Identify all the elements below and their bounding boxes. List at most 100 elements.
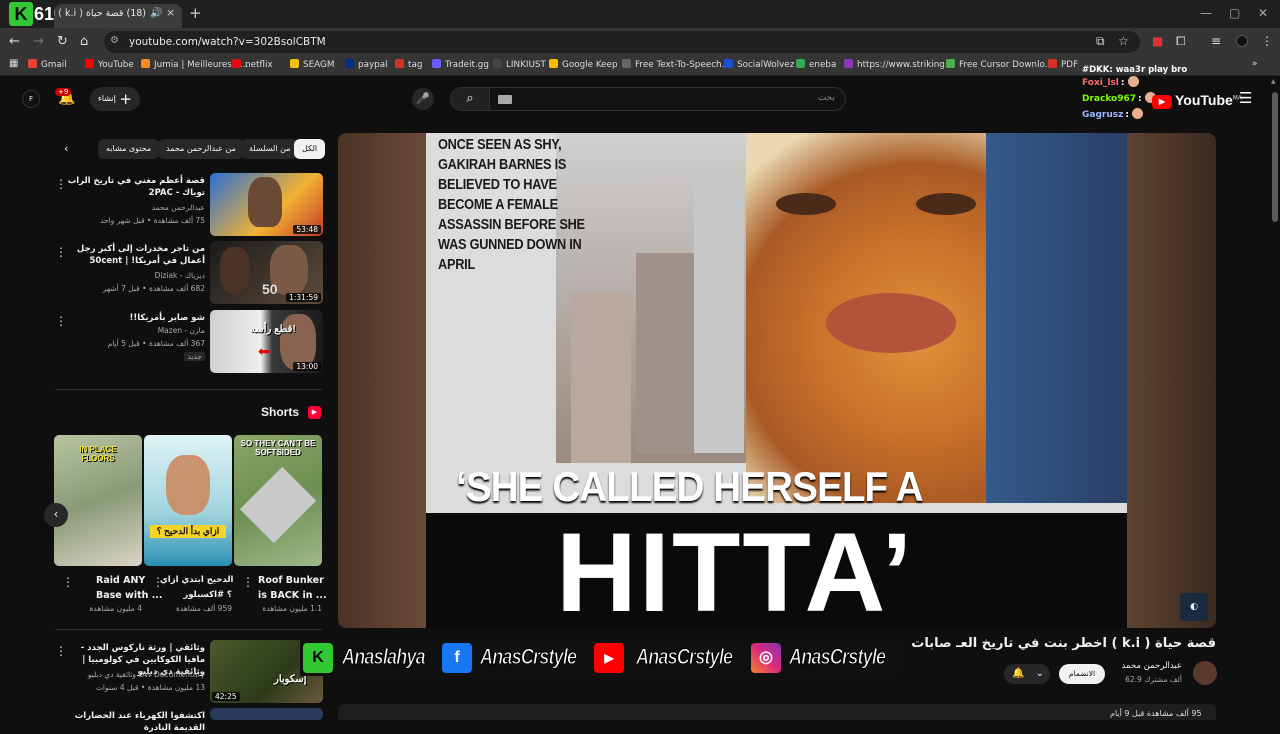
bookmark-star-icon[interactable]: ☆ (1118, 34, 1129, 48)
user-avatar[interactable]: F (22, 90, 40, 108)
recommendation-item[interactable]: 50 1:31:59 من تاجر مخدرات إلى أكبر رجل أ… (55, 241, 323, 305)
video-player[interactable]: ONCE SEEN AS SHY, GAKIRAH BARNES IS BELI… (338, 133, 1216, 628)
scroll-up-icon[interactable]: ▲ (1271, 78, 1276, 85)
media-control-icon[interactable]: ≡ (1211, 34, 1221, 48)
bookmark-item[interactable]: LINKIUST (493, 59, 546, 70)
bookmark-item[interactable]: Gmail (28, 59, 67, 70)
video-frame: ONCE SEEN AS SHY, GAKIRAH BARNES IS BELI… (426, 133, 1127, 628)
bookmark-item[interactable]: SocialWolvez (724, 59, 794, 70)
bookmark-item[interactable]: https://www.striking... (844, 59, 953, 70)
chevron-down-icon: ⌄ (1035, 668, 1045, 679)
bookmark-item[interactable]: Free Text-To-Speech... (622, 59, 730, 70)
search-input[interactable]: بحث (489, 87, 846, 111)
video-title[interactable]: اكتشفوا الكهرباء عند الحضارات القديمة ال… (60, 710, 205, 734)
video-thumbnail[interactable]: قطع رأسه! ⬅ 13:00 (210, 310, 323, 373)
video-title[interactable]: قصة أعظم مغني في تاريخ الراب توباك - 2PA… (60, 175, 205, 199)
short-thumbnail[interactable]: IN PLACE FLOORS (54, 435, 142, 566)
recommendation-item[interactable]: قطع رأسه! ⬅ 13:00 شو صاير بأمريكا!! مازن… (55, 310, 323, 374)
profile-avatar[interactable] (1236, 35, 1248, 47)
video-thumbnail[interactable] (210, 708, 323, 720)
join-button[interactable]: الانضمام (1059, 664, 1105, 684)
bookmark-favicon-icon (796, 59, 805, 68)
bookmark-item[interactable]: eneba (796, 59, 836, 70)
keyboard-icon[interactable] (498, 95, 512, 104)
short-views: 1.1 مليون مشاهدة (262, 604, 322, 613)
chat-username: Foxi_lsl (1082, 78, 1119, 88)
bookmark-item[interactable]: Free Cursor Downlo... (946, 59, 1053, 70)
social-handles-overlay: K Anaslahya f AnasCrstyle ▶ AnasCrstyle … (300, 640, 900, 676)
recommendation-item[interactable]: 53:48 قصة أعظم مغني في تاريخ الراب توباك… (55, 173, 323, 237)
extension-icon[interactable]: ■ (1152, 34, 1163, 48)
channel-name[interactable]: DW Documentary وثائقية دي دبليو (88, 670, 205, 679)
reload-icon[interactable]: ↻ (57, 34, 68, 49)
forward-icon[interactable]: → (33, 34, 44, 49)
channel-name[interactable]: ديزياك - Diziak (155, 271, 205, 280)
more-actions-icon[interactable]: ⋮ (55, 314, 67, 328)
bookmark-item[interactable]: Tradeit.gg (432, 59, 489, 70)
bookmark-item[interactable]: YouTube (85, 59, 134, 70)
search-button[interactable]: ⌕ (450, 87, 490, 111)
voice-search-icon[interactable]: 🎤 (412, 88, 434, 110)
speaker-icon[interactable]: 🔊 (150, 8, 162, 19)
more-actions-icon[interactable]: ⋮ (62, 575, 74, 589)
short-thumbnail[interactable]: SO THEY CAN'T BE SOFTSIDED (234, 435, 322, 566)
channel-name[interactable]: مازن - Mazen (158, 326, 205, 335)
short-title[interactable]: Roof Bunker is BACK in ... (258, 573, 327, 603)
divider (55, 629, 322, 630)
description-box[interactable] (338, 704, 1216, 720)
subscribed-button[interactable]: 🔔 ⌄ (1004, 664, 1050, 684)
chip-similar[interactable]: محتوى مشابه (98, 139, 160, 159)
bookmark-item[interactable]: tag (395, 59, 422, 70)
tab-youtube[interactable]: (18) قصة حياة ( k.i ) اخط... (54, 4, 182, 28)
youtube-logo[interactable]: ▶ YouTubeMA (1152, 92, 1242, 109)
home-icon[interactable]: ⌂ (80, 34, 88, 49)
bookmarks-overflow-icon[interactable]: » (1252, 59, 1257, 69)
video-thumbnail[interactable]: 53:48 (210, 173, 323, 236)
recommendation-item[interactable]: اكتشفوا الكهرباء عند الحضارات القديمة ال… (55, 708, 323, 733)
video-title[interactable]: شو صاير بأمريكا!! (60, 312, 205, 324)
chip-all[interactable]: الكل (294, 139, 326, 159)
more-actions-icon[interactable]: ⋮ (152, 575, 164, 589)
bookmark-item[interactable]: PDF (1048, 59, 1078, 70)
chip-from-channel[interactable]: من عبدالرحمن محمد (158, 139, 244, 159)
scrollbar-thumb[interactable] (1272, 92, 1278, 222)
menu-icon[interactable]: ☰ (1239, 89, 1252, 107)
more-actions-icon[interactable]: ⋮ (55, 177, 67, 191)
channel-avatar[interactable] (1193, 661, 1217, 685)
chip-scroll-left-icon[interactable]: ‹ (64, 142, 68, 155)
minimize-icon[interactable]: — (1200, 6, 1212, 20)
more-actions-icon[interactable]: ⋮ (242, 575, 254, 589)
bookmark-item[interactable]: SEAGM (290, 59, 334, 70)
recommendation-item[interactable]: إسكوبار 42:25 وثائقي | ورثة ناركوس الجدد… (55, 640, 323, 704)
back-icon[interactable]: ← (9, 34, 20, 49)
close-window-icon[interactable]: ✕ (1258, 6, 1268, 20)
bookmark-favicon-icon (232, 59, 241, 68)
install-icon[interactable]: ⧉ (1096, 34, 1105, 49)
new-tab-button[interactable]: + (189, 4, 202, 22)
video-thumbnail[interactable]: 50 1:31:59 (210, 241, 323, 304)
chrome-menu-icon[interactable]: ⋮ (1261, 34, 1273, 48)
short-title[interactable]: الدحيح ابتدي ازاي ؟ #اكسبلور (160, 573, 233, 603)
bookmark-item[interactable]: Google Keep (549, 59, 618, 70)
shorts-prev-button[interactable]: ‹ (44, 503, 68, 527)
bookmark-favicon-icon (395, 59, 404, 68)
bookmark-label: LINKIUST (506, 60, 546, 70)
bookmark-item[interactable]: netflix (232, 59, 273, 70)
video-title[interactable]: من تاجر مخدرات إلى أكبر رجل أعمال في أمر… (60, 243, 205, 267)
more-actions-icon[interactable]: ⋮ (55, 644, 67, 658)
bookmark-label: YouTube (98, 60, 134, 70)
short-thumbnail[interactable]: ازاي بدأ الدحيح ؟ (144, 435, 232, 566)
site-info-icon[interactable]: ⚙ (110, 35, 119, 46)
apps-grid-icon[interactable]: ▦ (9, 58, 18, 69)
short-title-line: Base with ... (96, 590, 163, 601)
maximize-icon[interactable]: ▢ (1229, 6, 1240, 20)
more-actions-icon[interactable]: ⋮ (55, 245, 67, 259)
create-button[interactable]: إنشاء + (90, 87, 140, 111)
close-tab-icon[interactable]: × (166, 6, 175, 19)
channel-name[interactable]: عبدالرحمن محمد (152, 203, 205, 212)
bookmark-item[interactable]: paypal (345, 59, 388, 70)
extensions-puzzle-icon[interactable]: ⧠ (1176, 34, 1186, 49)
short-title[interactable]: Raid ANY Base with ... (96, 573, 163, 603)
channel-name-main[interactable]: عبدالرحمن محمد (1110, 661, 1183, 671)
chip-series[interactable]: من السلسلة (241, 139, 299, 159)
